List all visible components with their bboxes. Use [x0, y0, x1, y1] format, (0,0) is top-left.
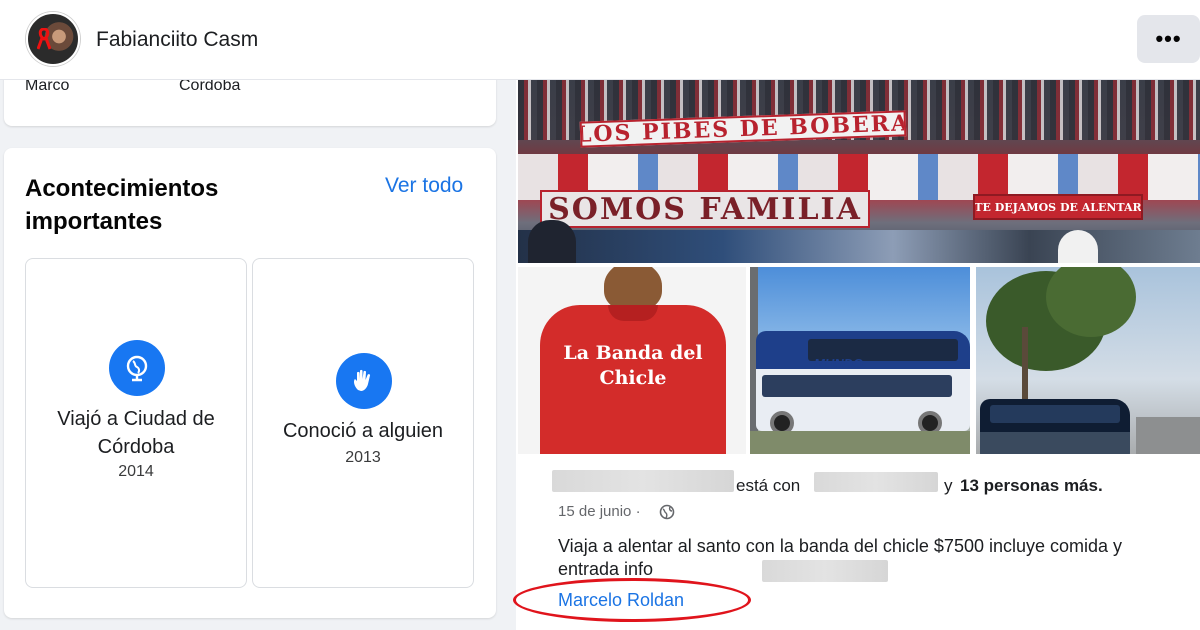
tag-text: y	[944, 476, 953, 495]
life-event-year: 2014	[118, 463, 154, 480]
life-event-tile[interactable]: Viajó a Ciudad de Córdoba 2014	[25, 258, 247, 588]
tree-trunk	[1022, 327, 1028, 407]
post-date[interactable]: 15 de junio ·	[558, 503, 641, 520]
shirt-print: La Banda del Chicle	[563, 342, 703, 389]
redacted-contact	[762, 560, 888, 582]
spectator	[1058, 230, 1098, 263]
globe-icon	[109, 340, 165, 396]
bus-brand: MUNDO	[814, 356, 864, 371]
life-event-label: Viajó a Ciudad de Córdoba	[57, 408, 215, 458]
tag-text: está con	[736, 476, 801, 495]
mentioned-profile-link[interactable]: Marcelo Roldan	[558, 590, 684, 611]
stadium-banner: TE DEJAMOS DE ALENTAR	[973, 194, 1143, 220]
life-event-year: 2013	[345, 449, 381, 466]
post-photo-shirt[interactable]: La Banda del Chicle	[518, 267, 746, 454]
post-photo-bus[interactable]: MUNDO	[750, 267, 970, 454]
post-photo-bus[interactable]	[976, 267, 1200, 454]
life-event-label: Conoció a alguien	[282, 420, 444, 442]
life-events-card: Acontecimientos importantes Ver todo Via…	[4, 148, 496, 618]
wave-hand-icon	[336, 353, 392, 409]
red-ribbon-icon	[37, 28, 51, 50]
spectator	[528, 220, 576, 263]
post-card: LOS PIBES DE BOBERA SOMOS FAMILIA TE DEJ…	[516, 80, 1200, 630]
avatar[interactable]	[26, 12, 80, 66]
public-globe-icon	[659, 504, 675, 520]
bus	[980, 399, 1130, 454]
more-options-icon: •••	[1155, 26, 1182, 51]
redacted-name	[814, 472, 938, 492]
ground	[750, 431, 970, 454]
stadium-banner: SOMOS FAMILIA	[540, 190, 870, 228]
section-title: Acontecimientos importantes	[25, 175, 219, 235]
building	[1136, 417, 1200, 454]
more-options-button[interactable]: •••	[1137, 15, 1200, 63]
profile-name[interactable]: Fabianciito Casm	[96, 28, 258, 52]
redacted-name	[552, 470, 734, 492]
profile-header: Fabianciito Casm •••	[0, 0, 1200, 80]
tagged-others-link[interactable]: 13 personas más.	[960, 476, 1103, 496]
see-all-link[interactable]: Ver todo	[385, 174, 463, 198]
post-photo-stadium[interactable]: LOS PIBES DE BOBERA SOMOS FAMILIA TE DEJ…	[518, 80, 1200, 263]
life-event-tile[interactable]: Conoció a alguien 2013	[252, 258, 474, 588]
bus: MUNDO	[756, 331, 970, 435]
